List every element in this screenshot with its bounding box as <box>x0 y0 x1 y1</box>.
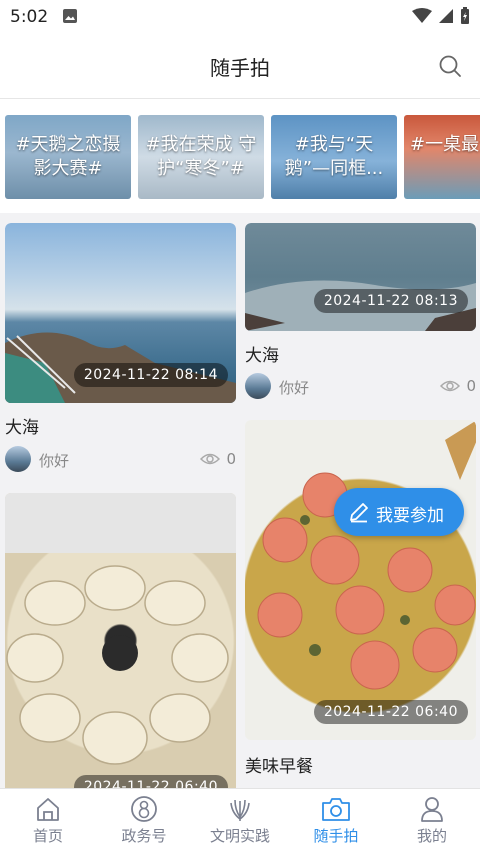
tab-label: 文明实践 <box>209 827 270 845</box>
post-date: 2024-11-22 08:14 <box>73 363 228 387</box>
tab-label: 首页 <box>32 827 63 845</box>
join-button[interactable]: 我要参加 <box>334 488 464 536</box>
pencil-icon <box>350 503 368 523</box>
wifi-icon <box>412 8 432 23</box>
tab-snapshot[interactable]: 随手拍 <box>288 789 384 854</box>
eye-icon <box>200 453 220 465</box>
post-photo: 2024-11-22 06:40 <box>5 493 236 788</box>
topic-card-1[interactable]: #天鹅之恋摄影大赛# <box>5 115 131 199</box>
topic-label: #我在荣成 守护“寒冬”# <box>145 134 257 179</box>
post-title: 大海 <box>245 346 279 366</box>
topic-label: #一桌最浓 <box>410 134 480 155</box>
page-title: 随手拍 <box>210 56 270 80</box>
civilization-icon <box>230 799 250 821</box>
topic-label: #我与“天鹅”—同框... <box>284 134 384 179</box>
topic-card-3[interactable]: #我与“天鹅”—同框... <box>271 115 397 199</box>
post-title: 大海 <box>5 418 39 438</box>
camera-icon <box>322 798 350 821</box>
status-time: 5:02 <box>10 7 49 27</box>
post-author: 你好 <box>39 452 70 470</box>
join-button-label: 我要参加 <box>376 506 444 526</box>
post-card-right-2[interactable]: 2024-11-22 06:40 美味早餐 <box>245 420 476 788</box>
eye-icon <box>440 380 460 392</box>
tab-label: 政务号 <box>121 827 167 845</box>
noodle-bowl-illustration <box>257 420 476 690</box>
post-views: 0 <box>466 377 476 395</box>
post-views: 0 <box>226 450 236 468</box>
status-bar: 5:02 <box>0 0 480 34</box>
tab-gov[interactable]: 政务号 <box>96 789 192 854</box>
tab-label: 随手拍 <box>313 827 359 845</box>
tab-mine[interactable]: 我的 <box>384 789 480 854</box>
topic-label: #天鹅之恋摄影大赛# <box>15 134 121 179</box>
avatar <box>5 446 31 472</box>
app-header: 随手拍 <box>0 34 480 99</box>
post-date: 2024-11-22 08:13 <box>313 289 468 313</box>
tab-label: 我的 <box>416 827 447 845</box>
topic-card-4[interactable]: #一桌最浓 <box>404 115 480 199</box>
post-card-right-1[interactable]: 2024-11-22 08:13 大海 你好 0 <box>245 223 476 403</box>
battery-icon <box>461 7 469 24</box>
topic-strip: #天鹅之恋摄影大赛# #我在荣成 守护“寒冬”# #我与“天鹅”—同框... #… <box>0 99 480 213</box>
post-author: 你好 <box>279 379 310 397</box>
tab-civilization[interactable]: 文明实践 <box>192 789 288 854</box>
bottom-tab-bar: 首页 政务号 文明实践 随手拍 我的 <box>0 788 480 854</box>
home-icon <box>37 798 59 821</box>
signal-icon <box>439 9 453 23</box>
post-meta: 你好 0 <box>5 446 236 474</box>
post-photo: 2024-11-22 08:14 <box>5 223 236 403</box>
user-icon <box>421 797 443 822</box>
post-date: 2024-11-22 06:40 <box>73 775 228 788</box>
topic-card-2[interactable]: #我在荣成 守护“寒冬”# <box>138 115 264 199</box>
post-date: 2024-11-22 06:40 <box>313 700 468 724</box>
post-photo: 2024-11-22 06:40 <box>245 420 476 740</box>
post-card-left-2[interactable]: 2024-11-22 06:40 <box>5 493 236 788</box>
post-title: 美味早餐 <box>245 757 313 777</box>
avatar <box>245 373 271 399</box>
post-card-left-1[interactable]: 2024-11-22 08:14 大海 你好 0 <box>5 223 236 478</box>
post-photo: 2024-11-22 08:13 <box>245 223 476 331</box>
post-meta: 你好 0 <box>245 373 476 401</box>
image-notification-icon <box>63 9 77 23</box>
gov-icon <box>131 796 157 822</box>
dumplings-illustration <box>5 493 236 765</box>
tab-home[interactable]: 首页 <box>0 789 96 854</box>
search-icon[interactable] <box>438 54 462 78</box>
sea-shore-illustration <box>245 280 476 331</box>
